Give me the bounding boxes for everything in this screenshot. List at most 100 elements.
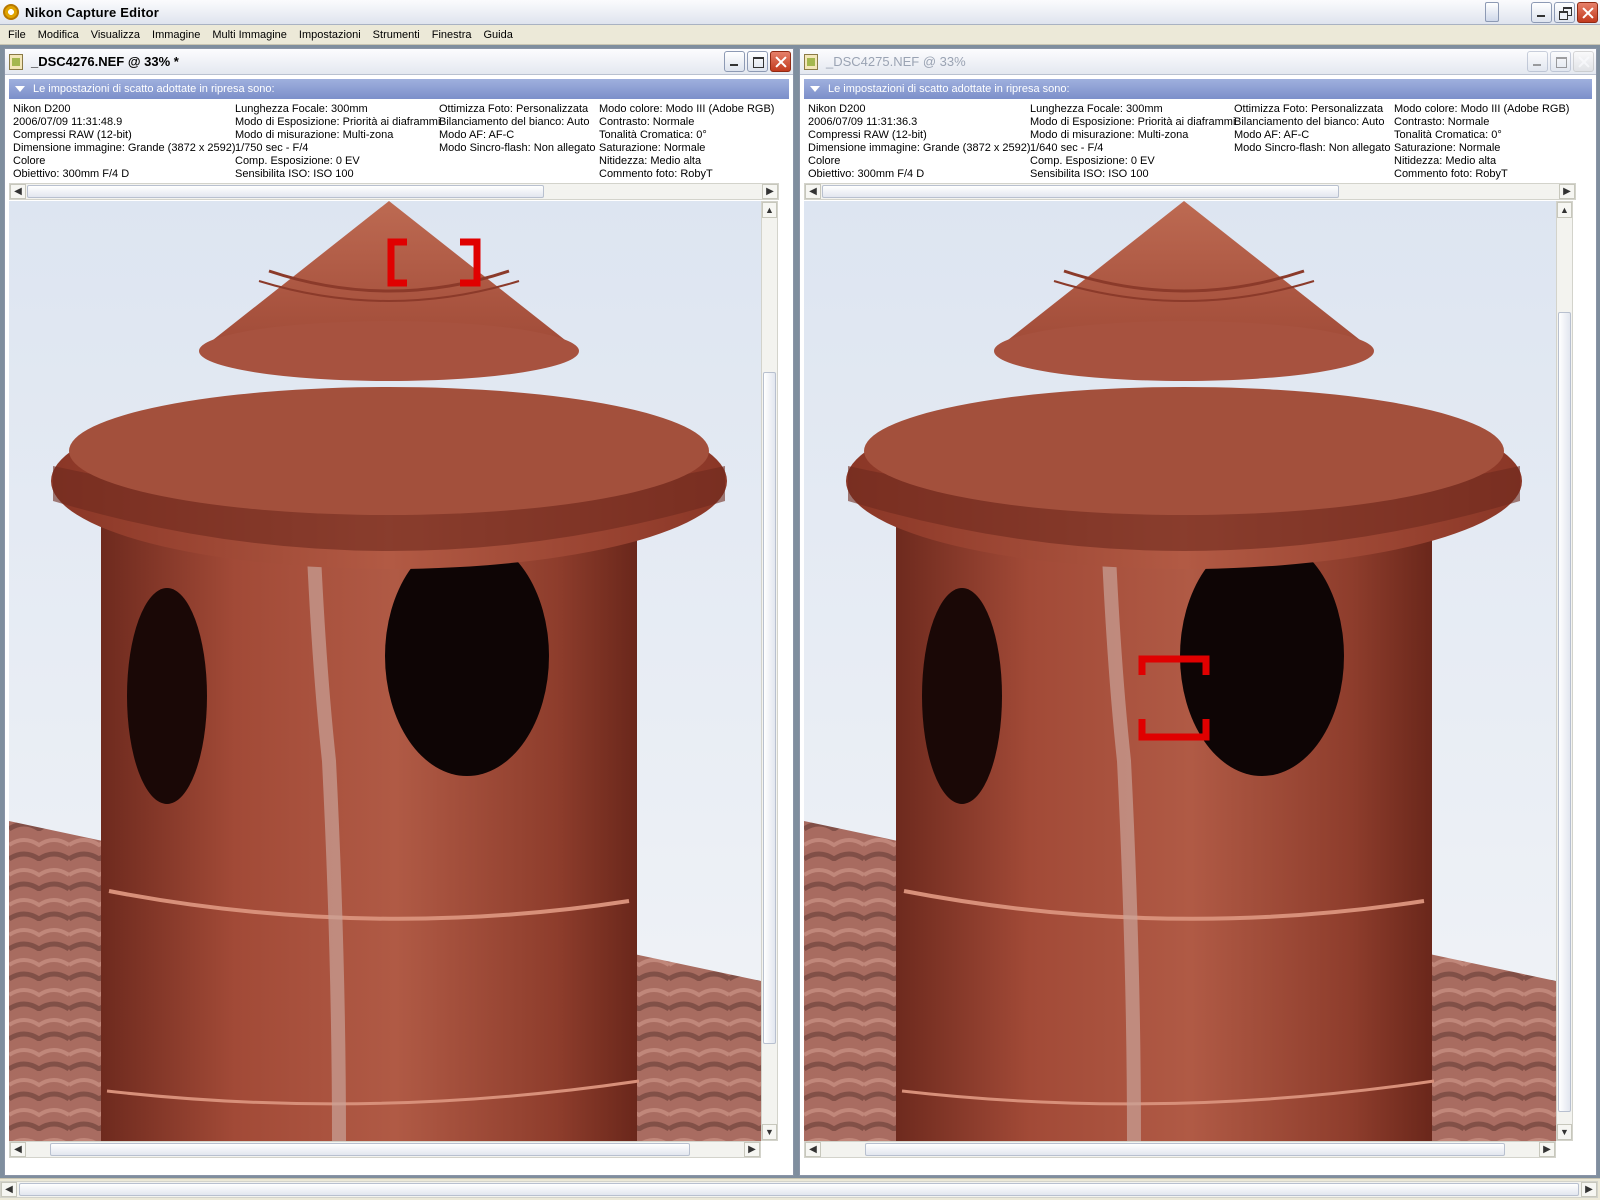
info-flash-sync: Modo Sincro-flash: Non allegato (1234, 142, 1391, 154)
menu-file[interactable]: File (2, 25, 32, 45)
info-shutter-aperture: 1/640 sec - F/4 (1030, 142, 1104, 154)
shooting-info-grid: Nikon D200 2006/07/09 11:31:48.9 Compres… (9, 99, 789, 181)
info-camera: Nikon D200 (808, 103, 866, 115)
workspace-horizontal-scrollbar[interactable]: ◀ ▶ (0, 1181, 1598, 1198)
scroll-down-icon[interactable]: ▼ (1557, 1124, 1572, 1140)
doc-close-button[interactable] (770, 51, 791, 72)
document-title-bar: _DSC4276.NEF @ 33% * (5, 49, 793, 75)
photo-horizontal-scrollbar[interactable]: ◀ ▶ (9, 1141, 761, 1158)
info-saturation: Saturazione: Normale (1394, 142, 1501, 154)
scrollbar-thumb[interactable] (19, 1183, 1579, 1196)
info-exposure-comp: Comp. Esposizione: 0 EV (1030, 155, 1155, 167)
photo-vertical-scrollbar[interactable]: ▲ ▼ (1556, 201, 1573, 1141)
info-exposure-mode: Modo di Esposizione: Priorità ai diafram… (1030, 116, 1236, 128)
scroll-right-icon[interactable]: ▶ (1581, 1182, 1597, 1197)
document-window-controls (1527, 51, 1594, 72)
menu-guida[interactable]: Guida (478, 25, 519, 45)
doc-close-button[interactable] (1573, 51, 1594, 72)
info-column-2: Lunghezza Focale: 300mm Modo di Esposizi… (1030, 103, 1235, 181)
photo-vertical-scrollbar[interactable]: ▲ ▼ (761, 201, 778, 1141)
info-focal-length: Lunghezza Focale: 300mm (1030, 103, 1163, 115)
scrollbar-thumb[interactable] (27, 185, 544, 198)
workspace-bottom-bar: ◀ ▶ (0, 1178, 1600, 1200)
scrollbar-thumb[interactable] (1558, 312, 1571, 1112)
photo-horizontal-scrollbar[interactable]: ◀ ▶ (804, 1141, 1556, 1158)
info-image-size: Dimensione immagine: Grande (3872 x 2592… (808, 142, 1031, 154)
document-window-right[interactable]: _DSC4275.NEF @ 33% Le impostazioni di sc… (799, 48, 1597, 1176)
photo-viewport[interactable] (9, 201, 761, 1141)
menu-immagine[interactable]: Immagine (146, 25, 206, 45)
menu-bar: File Modifica Visualizza Immagine Multi … (0, 25, 1600, 45)
info-white-balance: Bilanciamento del bianco: Auto (439, 116, 590, 128)
info-datetime: 2006/07/09 11:31:48.9 (13, 116, 123, 128)
info-exposure-mode: Modo di Esposizione: Priorità ai diafram… (235, 116, 441, 128)
scroll-left-icon[interactable]: ◀ (805, 184, 821, 199)
scroll-down-icon[interactable]: ▼ (762, 1124, 777, 1140)
app-close-button[interactable] (1577, 2, 1598, 23)
scrollbar-thumb[interactable] (865, 1143, 1505, 1156)
scroll-up-icon[interactable]: ▲ (1557, 202, 1572, 218)
info-af-mode: Modo AF: AF-C (1234, 129, 1310, 141)
collapse-triangle-icon[interactable] (15, 86, 25, 92)
info-contrast: Contrasto: Normale (1394, 116, 1490, 128)
scroll-left-icon[interactable]: ◀ (10, 184, 26, 199)
document-window-controls (724, 51, 791, 72)
app-extra-button[interactable] (1485, 2, 1499, 22)
scroll-left-icon[interactable]: ◀ (10, 1142, 26, 1157)
scroll-up-icon[interactable]: ▲ (762, 202, 777, 218)
scrollbar-thumb[interactable] (822, 185, 1339, 198)
info-iso: Sensibilita ISO: ISO 100 (235, 168, 354, 180)
collapse-triangle-icon[interactable] (810, 86, 820, 92)
scrollbar-thumb[interactable] (50, 1143, 690, 1156)
scrollbar-thumb[interactable] (763, 372, 776, 1044)
app-minimize-button[interactable] (1531, 2, 1552, 23)
nikon-app-icon (3, 4, 19, 20)
info-contrast: Contrasto: Normale (599, 116, 695, 128)
info-format: Compressi RAW (12-bit) (13, 129, 132, 141)
scroll-left-icon[interactable]: ◀ (805, 1142, 821, 1157)
menu-visualizza[interactable]: Visualizza (85, 25, 146, 45)
info-datetime: 2006/07/09 11:31:36.3 (808, 116, 918, 128)
info-color-mode: Modo colore: Modo III (Adobe RGB) (599, 103, 775, 115)
scroll-right-icon[interactable]: ▶ (1539, 1142, 1555, 1157)
doc-maximize-button[interactable] (1550, 51, 1571, 72)
app-restore-button[interactable] (1554, 2, 1575, 23)
nef-file-icon (804, 53, 818, 70)
info-column-2: Lunghezza Focale: 300mm Modo di Esposizi… (235, 103, 440, 181)
menu-finestra[interactable]: Finestra (426, 25, 478, 45)
shooting-info-header[interactable]: Le impostazioni di scatto adottate in ri… (9, 79, 789, 99)
app-title: Nikon Capture Editor (25, 4, 160, 20)
info-metering: Modo di misurazione: Multi-zona (235, 129, 394, 141)
doc-minimize-button[interactable] (724, 51, 745, 72)
info-column-3: Ottimizza Foto: Personalizzata Bilanciam… (439, 103, 596, 155)
info-lens: Obiettivo: 300mm F/4 D (808, 168, 925, 180)
shooting-info-header[interactable]: Le impostazioni di scatto adottate in ri… (804, 79, 1592, 99)
info-exposure-comp: Comp. Esposizione: 0 EV (235, 155, 360, 167)
document-title-bar: _DSC4275.NEF @ 33% (800, 49, 1596, 75)
info-hue: Tonalità Cromatica: 0° (599, 129, 707, 141)
scroll-right-icon[interactable]: ▶ (1559, 184, 1575, 199)
scroll-right-icon[interactable]: ▶ (762, 184, 778, 199)
menu-modifica[interactable]: Modifica (32, 25, 85, 45)
app-window-controls (1485, 2, 1598, 23)
info-format: Compressi RAW (12-bit) (808, 129, 927, 141)
info-flash-sync: Modo Sincro-flash: Non allegato (439, 142, 596, 154)
photo-viewport[interactable] (804, 201, 1556, 1141)
info-optimize: Ottimizza Foto: Personalizzata (439, 103, 589, 115)
menu-multi-immagine[interactable]: Multi Immagine (206, 25, 293, 45)
chimney-photo (804, 201, 1556, 1141)
info-horizontal-scrollbar[interactable]: ◀ ▶ (9, 183, 779, 200)
info-image-size: Dimensione immagine: Grande (3872 x 2592… (13, 142, 236, 154)
doc-minimize-button[interactable] (1527, 51, 1548, 72)
info-horizontal-scrollbar[interactable]: ◀ ▶ (804, 183, 1576, 200)
scroll-left-icon[interactable]: ◀ (1, 1182, 17, 1197)
info-hue: Tonalità Cromatica: 0° (1394, 129, 1502, 141)
shooting-info-header-label: Le impostazioni di scatto adottate in ri… (33, 83, 275, 95)
menu-strumenti[interactable]: Strumenti (367, 25, 426, 45)
menu-impostazioni[interactable]: Impostazioni (293, 25, 367, 45)
document-window-left[interactable]: _DSC4276.NEF @ 33% * Le impostazioni di … (4, 48, 794, 1176)
doc-maximize-button[interactable] (747, 51, 768, 72)
nef-file-icon (9, 53, 23, 70)
info-focal-length: Lunghezza Focale: 300mm (235, 103, 368, 115)
scroll-right-icon[interactable]: ▶ (744, 1142, 760, 1157)
